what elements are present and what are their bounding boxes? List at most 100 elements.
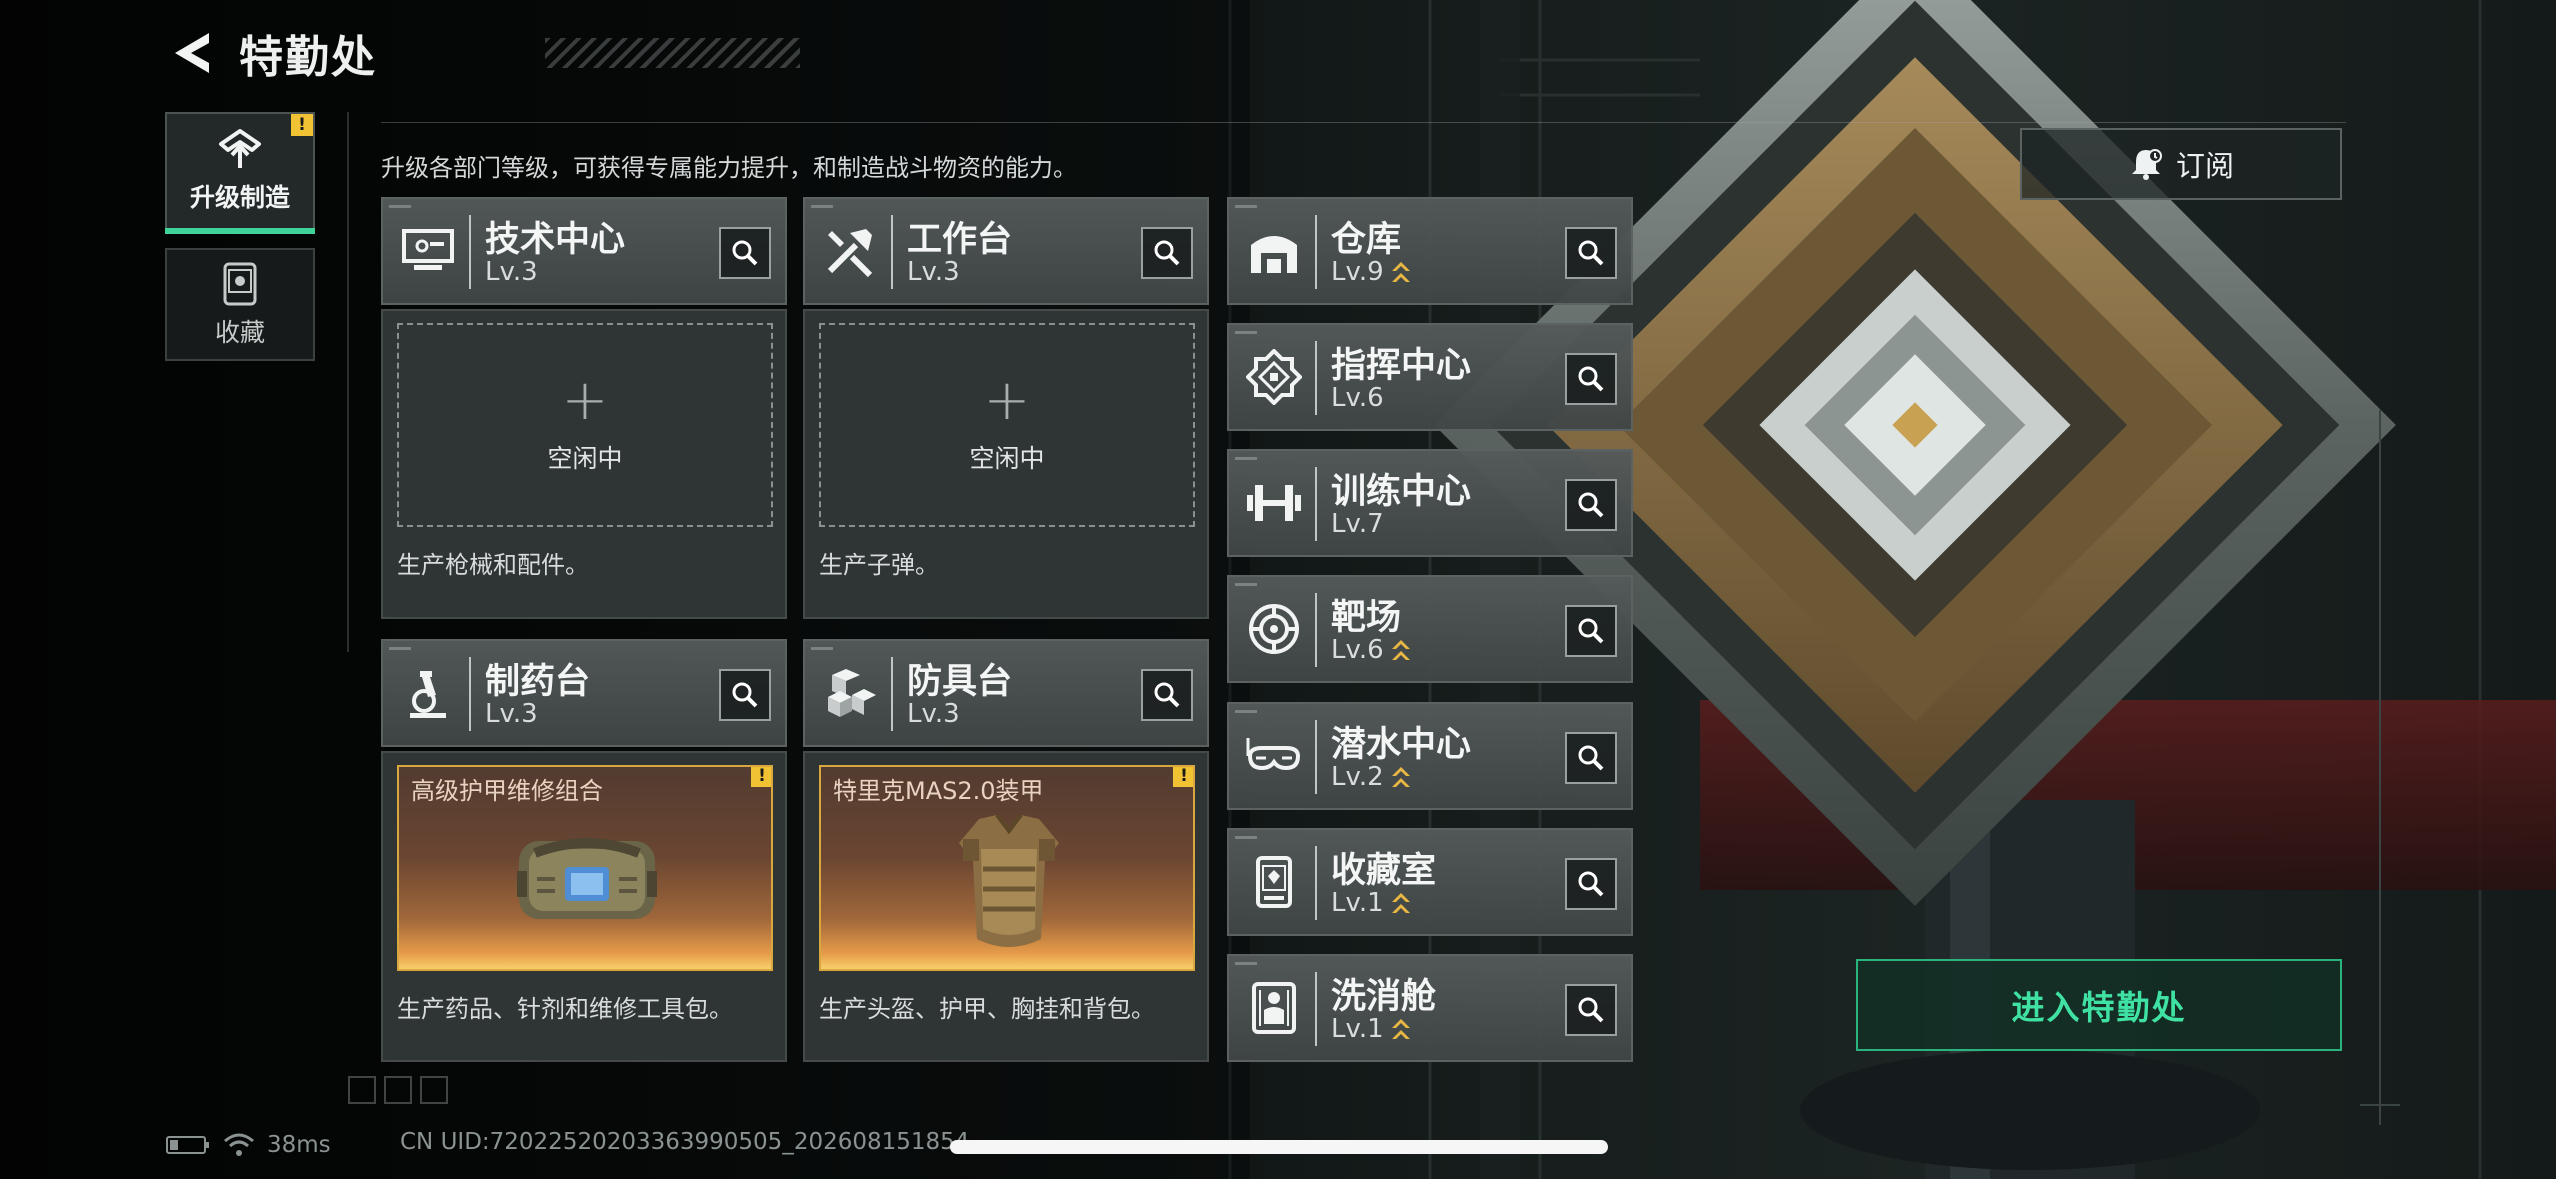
module-name: 工作台 (907, 220, 1013, 260)
divider (347, 112, 349, 652)
dept-level-row: Lv.1 (1331, 888, 1412, 918)
back-button[interactable] (165, 27, 217, 79)
tab-collection[interactable]: 收藏 (165, 248, 315, 361)
production-slot-item[interactable]: 特里克MAS2.0装甲 ! (819, 765, 1195, 971)
status-bar: 38ms (165, 1128, 331, 1162)
module-description: 生产子弹。 (819, 551, 939, 579)
dept-shooting-range[interactable]: 靶场 Lv.6 (1227, 575, 1633, 683)
microscope-icon (410, 671, 446, 718)
dept-level-row: Lv.7 (1331, 509, 1384, 539)
body-armor-image (959, 813, 1059, 947)
module-armor-bench[interactable]: 防具台 Lv.3 (803, 639, 1209, 747)
dept-level-row: Lv.6 (1331, 635, 1412, 665)
production-slot-idle[interactable]: + 空闲中 (397, 323, 773, 527)
dept-level: Lv.6 (1331, 383, 1384, 413)
decoration (389, 205, 411, 208)
subscribe-button[interactable]: 订阅 (2020, 128, 2342, 200)
tab-upgrade-craft[interactable]: ! 升级制造 (165, 112, 315, 234)
dept-name: 洗消舱 (1331, 977, 1437, 1017)
enter-label: 进入特勤处 (2011, 988, 2187, 1027)
upgrade-available-icon (1390, 1016, 1412, 1042)
slot-status: 空闲中 (547, 444, 623, 473)
display-case-icon (223, 262, 257, 305)
dept-level-row: Lv.2 (1331, 762, 1412, 792)
ping-value: 38ms (267, 1132, 331, 1158)
module-description: 生产药品、针剂和维修工具包。 (397, 995, 733, 1023)
enter-special-ops-button[interactable]: 进入特勤处 (1856, 959, 2342, 1051)
search-icon (1578, 745, 1604, 771)
production-slot-item[interactable]: 高级护甲维修组合 ! (397, 765, 773, 971)
dept-training-center[interactable]: 训练中心 Lv.7 (1227, 449, 1633, 557)
tab-label: 收藏 (214, 317, 265, 347)
upgrade-available-icon (1390, 764, 1412, 790)
computer-icon (402, 229, 454, 270)
repair-kit-bag-image (517, 838, 657, 919)
search-button[interactable] (1565, 479, 1617, 531)
slot-status: 空闲中 (969, 444, 1045, 473)
module-workbench[interactable]: 工作台 Lv.3 (803, 197, 1209, 305)
dept-name: 指挥中心 (1331, 346, 1472, 386)
search-button[interactable] (1565, 227, 1617, 279)
dept-level: Lv.1 (1331, 1014, 1384, 1044)
home-indicator[interactable] (950, 1140, 1608, 1154)
module-body: + 空闲中 生产子弹。 (803, 309, 1209, 619)
decoration (1235, 583, 1257, 586)
dept-command-center[interactable]: 指挥中心 Lv.6 (1227, 323, 1633, 431)
alert-badge: ! (1173, 767, 1193, 787)
decoration (1235, 962, 1257, 965)
dept-level: Lv.1 (1331, 888, 1384, 918)
upgrade-available-icon (1390, 890, 1412, 916)
module-description: 生产头盔、护甲、胸挂和背包。 (819, 995, 1155, 1023)
search-button[interactable] (719, 227, 771, 279)
dept-level: Lv.7 (1331, 509, 1384, 539)
module-name: 制药台 (485, 662, 591, 702)
search-icon (1154, 682, 1180, 708)
dept-name: 靶场 (1331, 598, 1402, 638)
search-button[interactable] (1565, 984, 1617, 1036)
module-tech-center[interactable]: 技术中心 Lv.3 (381, 197, 787, 305)
module-description: 生产枪械和配件。 (397, 551, 589, 579)
tools-icon (827, 229, 873, 278)
dumbbell-icon (1247, 485, 1301, 521)
search-icon (1578, 871, 1604, 897)
dept-level-row: Lv.1 (1331, 1014, 1412, 1044)
search-button[interactable] (1565, 732, 1617, 784)
goggles-icon (1246, 738, 1301, 771)
decoration (1235, 457, 1257, 460)
upgrade-craft-icon (219, 129, 261, 168)
page-title: 特勤处 (239, 32, 377, 83)
alert-badge: ! (291, 114, 313, 136)
search-button[interactable] (719, 669, 771, 721)
module-name: 防具台 (907, 662, 1013, 702)
dept-collection-room[interactable]: 收藏室 Lv.1 (1227, 828, 1633, 936)
module-body: 特里克MAS2.0装甲 ! 生产头盔、护甲、胸挂和背包。 (803, 751, 1209, 1062)
command-icon (1246, 349, 1302, 405)
search-icon (1578, 618, 1604, 644)
search-button[interactable] (1565, 605, 1617, 657)
decon-icon (1252, 982, 1296, 1034)
battery-icon (166, 1136, 209, 1154)
dept-name: 训练中心 (1331, 472, 1472, 512)
search-icon (1578, 492, 1604, 518)
dept-name: 潜水中心 (1331, 725, 1472, 765)
search-button[interactable] (1141, 669, 1193, 721)
target-icon (1249, 604, 1299, 654)
production-slot-idle[interactable]: + 空闲中 (819, 323, 1195, 527)
search-button[interactable] (1141, 227, 1193, 279)
dept-level: Lv.2 (1331, 762, 1384, 792)
dept-level: Lv.9 (1331, 257, 1384, 287)
search-icon (1578, 240, 1604, 266)
title-decoration (545, 38, 800, 68)
dept-decon-chamber[interactable]: 洗消舱 Lv.1 (1227, 954, 1633, 1062)
page-header: 特勤处 (165, 22, 800, 84)
search-button[interactable] (1565, 353, 1617, 405)
module-name: 技术中心 (485, 220, 626, 260)
decoration (811, 205, 833, 208)
module-pharmacy[interactable]: 制药台 Lv.3 (381, 639, 787, 747)
search-button[interactable] (1565, 858, 1617, 910)
dept-name: 仓库 (1331, 220, 1402, 260)
search-icon (1154, 240, 1180, 266)
dept-warehouse[interactable]: 仓库 Lv.9 (1227, 197, 1633, 305)
page-description: 升级各部门等级，可获得专属能力提升，和制造战斗物资的能力。 (381, 154, 1077, 182)
dept-diving-center[interactable]: 潜水中心 Lv.2 (1227, 702, 1633, 810)
